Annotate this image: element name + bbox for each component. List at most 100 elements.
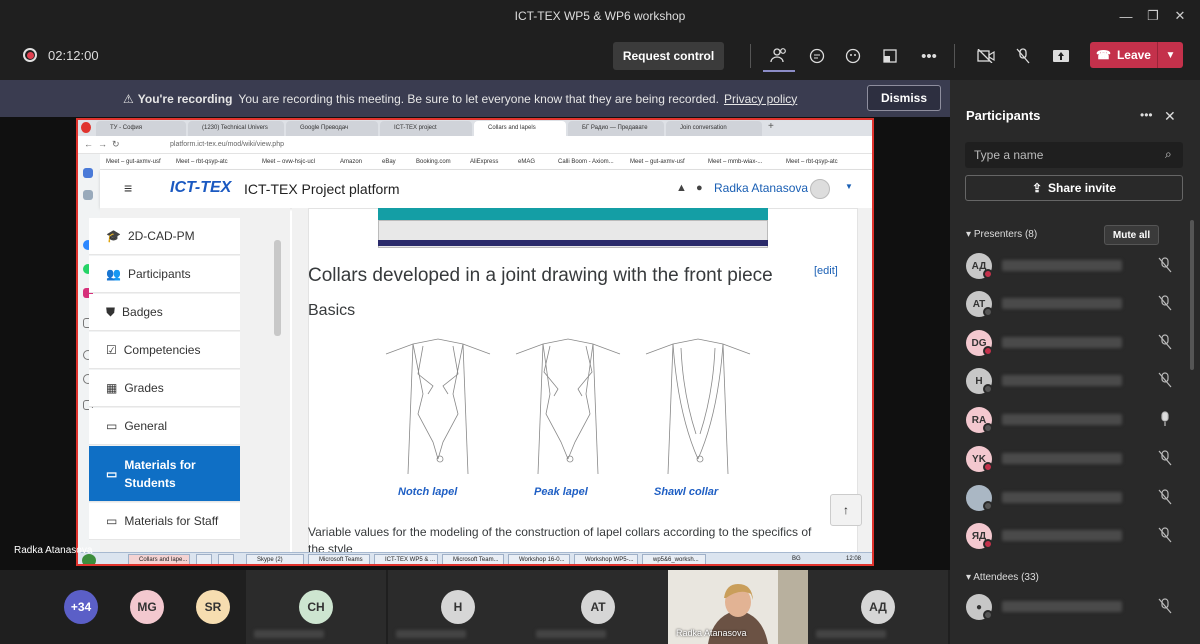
video-tile[interactable]: AT [528,570,668,644]
taskbar-language[interactable]: BG [792,556,801,562]
browser-tab[interactable]: Google Преводач [286,121,378,136]
avatar[interactable] [810,179,830,199]
nav-item-general[interactable]: ▭ General [89,408,240,445]
leave-button[interactable]: ☎ Leave ▼ [1090,42,1183,68]
browser-tab-active[interactable]: Collars and lapels [474,121,566,136]
chevron-down-icon[interactable]: ▼ [1158,50,1183,61]
notification-icon[interactable]: ▲ [676,182,687,194]
sidebar-app-icon[interactable] [83,190,93,200]
bookmark[interactable]: AliExpress [470,159,498,165]
more-options-icon[interactable]: ••• [913,40,945,72]
taskbar-button[interactable]: ICT-TEX WP5 & ... [374,554,438,564]
nav-item-materials-for-students[interactable]: ▭ Materials for Students [89,446,240,502]
close-panel-icon[interactable]: ✕ [1164,108,1176,125]
mic-off-icon[interactable] [1158,372,1174,390]
panel-scrollbar[interactable] [1190,220,1194,370]
edit-link[interactable]: [edit] [814,265,838,277]
video-tile[interactable]: CH [246,570,386,644]
taskbar-button[interactable]: Microsoft Team... [442,554,504,564]
mic-off-icon[interactable] [1158,257,1174,275]
dismiss-button[interactable]: Dismiss [867,85,941,111]
browser-tab[interactable]: ТУ - София [96,121,186,136]
overflow-participants-button[interactable]: +34 [64,590,98,624]
browser-tab[interactable]: (1230) Technical Univers [188,121,284,136]
mic-off-icon[interactable] [1007,40,1039,72]
mic-off-icon[interactable] [1158,295,1174,313]
taskbar-button[interactable]: Collars and lape... [128,554,190,564]
menu-icon[interactable]: ≡ [124,180,132,196]
presenter-row[interactable]: H [966,366,1188,396]
attendee-row[interactable]: ● [966,592,1188,622]
video-tile[interactable]: H [388,570,528,644]
bookmark[interactable]: Meet – mmb-wiax-... [708,159,762,165]
panel-more-icon[interactable]: ••• [1140,108,1153,122]
mic-off-icon[interactable] [1158,598,1174,616]
nav-item-materials-for-staff[interactable]: ▭ Materials for Staff [89,503,240,540]
mute-all-button[interactable]: Mute all [1104,225,1159,245]
forward-icon[interactable]: → [98,139,107,149]
presenter-row[interactable] [966,483,1188,513]
mic-on-icon[interactable] [1158,411,1174,429]
people-icon[interactable] [763,40,795,72]
request-control-button[interactable]: Request control [613,42,724,70]
sidebar-home-icon[interactable] [83,168,93,178]
nav-item-badges[interactable]: ⛊ Badges [89,294,240,331]
share-screen-icon[interactable] [1045,40,1077,72]
reload-icon[interactable]: ↻ [112,139,120,150]
mic-off-icon[interactable] [1158,527,1174,545]
participant-search-input[interactable]: Type a name [965,142,1183,168]
user-name[interactable]: Radka Atanasova [714,181,808,195]
browser-tab[interactable]: Join conversation [666,121,762,136]
mic-off-icon[interactable] [1158,334,1174,352]
presenter-row[interactable]: AT [966,289,1188,319]
close-window-icon[interactable]: ✕ [1157,0,1200,32]
bookmark[interactable]: Meet – ovw-hsjc-ucl [262,159,315,165]
attendees-header[interactable]: ▾ Attendees (33) [966,572,1039,583]
presenter-row[interactable]: АД [966,251,1188,281]
bookmark[interactable]: Booking.com [416,159,451,165]
privacy-policy-link[interactable]: Privacy policy [724,92,797,106]
video-tile-self[interactable]: Radka Atanasova [668,570,808,644]
back-to-top-button[interactable]: ↑ [830,494,862,526]
site-name[interactable]: ICT-TEX Project platform [244,181,400,197]
drawer-scrollbar[interactable] [274,240,281,336]
presenter-row[interactable]: ЯД [966,521,1188,551]
presenter-row[interactable]: DG [966,328,1188,358]
presenters-header[interactable]: ▾ Presenters (8) [966,229,1037,240]
bookmark[interactable]: Meet – rbt-qsyp-atc [786,159,838,165]
bookmark[interactable]: Amazon [340,159,362,165]
nav-item-2d-cad-pm[interactable]: 🎓 2D-CAD-PM [89,218,240,255]
taskbar-button[interactable]: Workshop 16-0... [508,554,570,564]
nav-item-competencies[interactable]: ☑ Competencies [89,332,240,369]
share-invite-button[interactable]: ⇪ Share invite [965,175,1183,201]
back-icon[interactable]: ← [84,139,93,149]
site-logo[interactable]: ICT-TEX [170,179,231,197]
taskbar-button[interactable]: Microsoft Teams [308,554,370,564]
bookmark[interactable]: Meet – gut-axmv-usf [106,159,161,165]
reactions-icon[interactable] [837,40,869,72]
presenter-row[interactable]: YK [966,444,1188,474]
taskbar-button[interactable]: Workshop WP5-... [574,554,638,564]
nav-item-participants[interactable]: 👥 Participants [89,256,240,293]
bookmark[interactable]: eBay [382,159,396,165]
video-tile[interactable]: АД [808,570,948,644]
taskbar-button[interactable] [218,554,234,564]
camera-off-icon[interactable] [970,40,1002,72]
bookmark[interactable]: eMAG [518,159,535,165]
chat-icon[interactable] [801,40,833,72]
nav-item-grades[interactable]: ▦ Grades [89,370,240,407]
bookmark[interactable]: Meet – rbt-qsyp-atc [176,159,228,165]
messages-icon[interactable]: ● [696,182,703,194]
bookmark[interactable]: Meet – gut-axmv-usf [630,159,685,165]
new-tab-icon[interactable]: + [768,121,774,132]
url-text[interactable]: platform.ict-tex.eu/mod/wiki/view.php [170,141,284,148]
mic-off-icon[interactable] [1158,450,1174,468]
presenter-row[interactable]: RA [966,405,1188,435]
browser-tab[interactable]: ICT-TEX project [380,121,472,136]
mic-off-icon[interactable] [1158,489,1174,507]
browser-tab[interactable]: БГ Радио — Предавате [568,121,664,136]
breakout-rooms-icon[interactable] [874,40,906,72]
taskbar-button[interactable]: Skype (2) [246,554,304,564]
bookmark[interactable]: Calli Boom - Axiom... [558,159,614,165]
taskbar-button[interactable] [196,554,212,564]
